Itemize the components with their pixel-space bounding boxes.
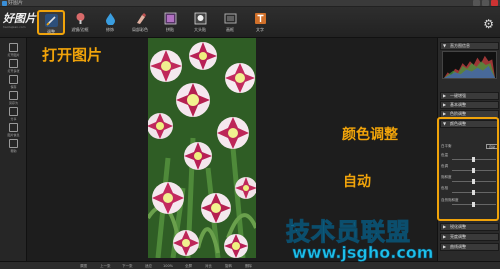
sidebar-item-label: 保存 <box>10 85 17 89</box>
sidebar-item-label: 打开多张 <box>7 69 20 73</box>
bottom-item-fullscreen[interactable]: 全屏 <box>185 263 192 269</box>
tool-label: 修饰 <box>106 27 114 32</box>
paint-icon <box>136 13 146 24</box>
tool-retouch[interactable]: 修饰 <box>96 10 124 35</box>
annotation-color-adjust: 颜色调整 <box>342 127 398 143</box>
tool-filter[interactable]: 滤镜/边框 <box>66 10 94 35</box>
minimize-button[interactable] <box>473 0 480 6</box>
chevron-right-icon: ▶ <box>443 93 447 98</box>
tool-label: 大头贴 <box>194 27 206 32</box>
histogram-graphic <box>442 51 497 79</box>
section-title: 基本调整 <box>450 102 466 107</box>
section-sharpen[interactable]: ▶ 锐化调整 <box>440 223 499 231</box>
bottom-item-original[interactable]: 原图 <box>80 263 87 269</box>
sidebar-item-label: 打开图片 <box>7 53 20 57</box>
bottom-item-next[interactable]: 下一张 <box>122 263 133 269</box>
save-icon <box>9 75 18 84</box>
chevron-right-icon: ▶ <box>443 244 447 249</box>
brush-icon <box>76 13 84 24</box>
close-button[interactable] <box>491 0 498 6</box>
section-title: 亮度调整 <box>450 234 466 239</box>
chevron-right-icon: ▶ <box>443 224 447 229</box>
pen-icon <box>44 14 58 27</box>
sidebar-item-help[interactable]: 帮助 <box>2 139 25 153</box>
section-brightness[interactable]: ▶ 亮度调整 <box>440 233 499 241</box>
tool-label: 画框 <box>226 27 234 32</box>
sidebar-item-save-as[interactable]: 另存为 <box>2 91 25 105</box>
tool-text[interactable]: 文字 <box>246 10 274 35</box>
window-controls <box>473 0 498 7</box>
annotation-auto: 自动 <box>343 174 371 190</box>
open-multi-icon <box>9 59 18 68</box>
open-folder-icon <box>9 43 18 52</box>
bottom-bar: 原图 上一张 下一张 适应 100% 全屏 对比 旋转 删除 <box>0 261 500 269</box>
drop-icon <box>105 13 115 25</box>
save-as-icon <box>9 91 18 100</box>
bottom-item-fit[interactable]: 适应 <box>145 263 152 269</box>
app-logo: 好图片 haotupian.com <box>3 12 39 30</box>
sticker-icon <box>194 12 206 25</box>
sidebar-item-label: 帮助 <box>10 149 17 153</box>
bottom-item-zoom[interactable]: 100% <box>163 263 173 269</box>
section-curves[interactable]: ▶ 曲线调整 <box>440 243 499 251</box>
share-icon <box>9 107 18 116</box>
sidebar-item-save[interactable]: 保存 <box>2 75 25 89</box>
section-title: 一键增强 <box>450 93 466 98</box>
watermark-logo: 技术员联盟 <box>286 218 411 247</box>
sidebar-item-open-multi[interactable]: 打开多张 <box>2 59 25 73</box>
help-icon <box>9 139 18 148</box>
frame-icon <box>224 13 236 24</box>
bottom-item-prev[interactable]: 上一张 <box>100 263 111 269</box>
section-title: 曲线调整 <box>450 244 466 249</box>
app-icon <box>2 1 7 6</box>
info-icon <box>9 123 18 132</box>
tulip-photo-graphic <box>148 38 256 258</box>
sidebar-item-label: 图片信息 <box>7 133 20 137</box>
settings-gear-icon[interactable]: ⚙ <box>483 18 494 30</box>
section-title: 直方图信息 <box>450 43 470 48</box>
tool-label: 调整 <box>47 29 55 34</box>
photo-tulips <box>148 38 256 258</box>
section-one-click[interactable]: ▶ 一键增强 <box>440 92 499 100</box>
bottom-item-compare[interactable]: 对比 <box>205 263 212 269</box>
chevron-right-icon: ▶ <box>443 234 447 239</box>
chevron-right-icon: ▶ <box>443 102 447 107</box>
annotation-open-picture: 打开图片 <box>42 46 103 64</box>
bottom-item-delete[interactable]: 删除 <box>245 263 252 269</box>
sidebar-item-label: 另存为 <box>8 101 18 105</box>
tool-label: 文字 <box>256 27 264 32</box>
tool-frame[interactable]: 画框 <box>216 10 244 35</box>
window-title: 好图片 <box>8 0 24 6</box>
watermark-url: www.jsgho.com <box>292 243 434 263</box>
sidebar-item-info[interactable]: 图片信息 <box>2 123 25 137</box>
logo-tagline: haotupian.com <box>3 25 26 29</box>
tool-label: 拼贴 <box>166 27 174 32</box>
tool-label: 局部彩色 <box>132 27 148 32</box>
chevron-down-icon: ▼ <box>443 43 447 48</box>
sidebar-item-open[interactable]: 打开图片 <box>2 43 25 57</box>
tool-local-color[interactable]: 局部彩色 <box>126 10 154 35</box>
tool-label: 滤镜/边框 <box>71 27 89 32</box>
text-icon <box>254 13 266 24</box>
collage-icon <box>164 12 176 25</box>
section-histogram[interactable]: ▼ 直方图信息 <box>440 42 499 50</box>
sidebar-item-share[interactable]: 分享 <box>2 107 25 121</box>
maximize-button[interactable] <box>482 0 489 6</box>
main-toolbar: 好图片 haotupian.com 调整 滤镜/边框 修饰 局部彩色 拼贴 大头… <box>0 7 500 38</box>
section-basic[interactable]: ▶ 基本调整 <box>440 101 499 109</box>
tool-collage[interactable]: 拼贴 <box>156 10 184 35</box>
color-adjust-highlight <box>437 117 499 221</box>
logo-name: 好图片 <box>3 12 36 25</box>
bottom-item-rotate[interactable]: 旋转 <box>225 263 232 269</box>
sidebar-item-label: 分享 <box>10 117 17 121</box>
tool-sticker[interactable]: 大头贴 <box>186 10 214 35</box>
left-sidebar: 打开图片 打开多张 保存 另存为 分享 图片信息 帮助 <box>0 38 27 261</box>
window-titlebar: 好图片 <box>0 0 500 7</box>
tool-adjust[interactable]: 调整 <box>37 10 65 35</box>
section-title: 锐化调整 <box>450 224 466 229</box>
